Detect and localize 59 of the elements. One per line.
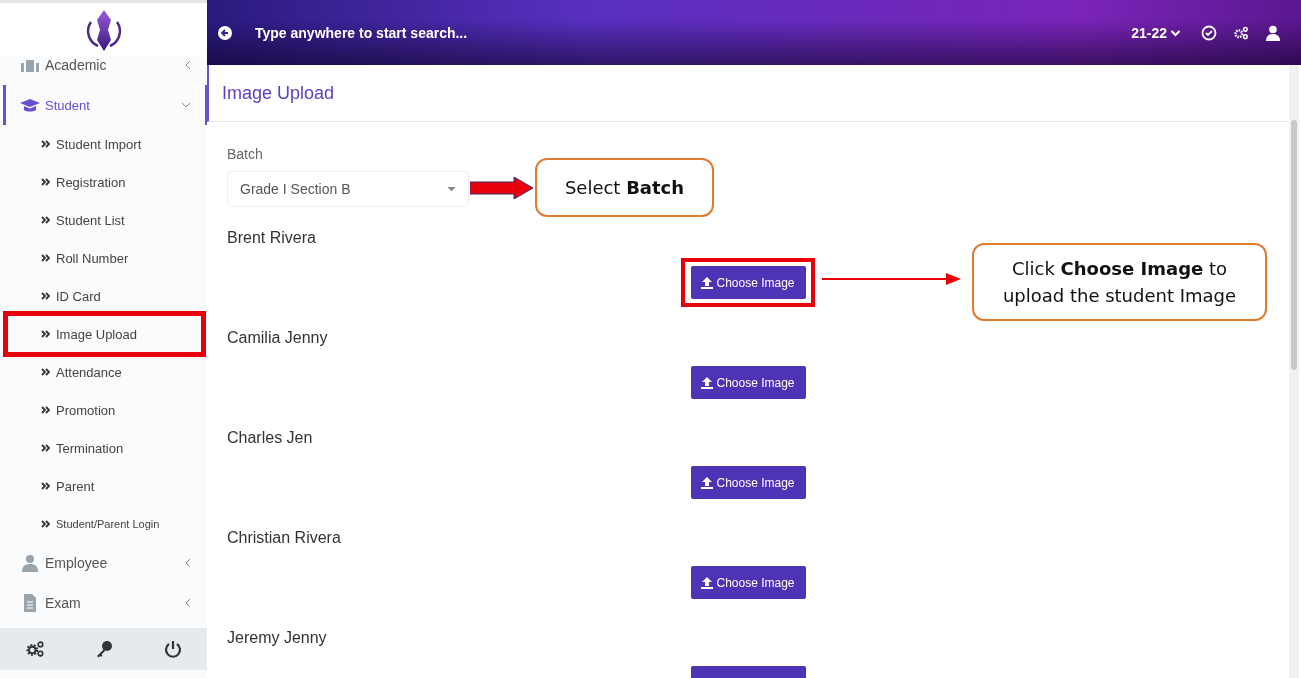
double-chevron-icon [41, 330, 51, 338]
double-chevron-icon [41, 520, 51, 528]
student-name: Christian Rivera [227, 529, 342, 547]
batch-select[interactable]: Grade I Section B [227, 171, 469, 207]
student-name: Charles Jen [227, 429, 314, 447]
person-icon [20, 554, 40, 572]
student-name: Camilia Jenny [227, 329, 329, 347]
menu-label: Academic [45, 57, 108, 73]
callout: Click Choose Image to upload the student Image [972, 243, 1267, 321]
double-chevron-icon [41, 140, 51, 148]
double-chevron-icon [41, 368, 51, 376]
submenu-item[interactable]: Student Import [0, 125, 207, 163]
settings-icon[interactable] [1233, 24, 1249, 41]
arrow [470, 176, 534, 200]
submenu-item[interactable]: Student/Parent Login [0, 505, 207, 543]
double-chevron-icon [41, 292, 51, 300]
double-chevron-icon [41, 406, 51, 414]
submenu-item[interactable]: Student List [0, 201, 207, 239]
graduation-cap-icon [20, 96, 40, 114]
menu-item[interactable]: Exam [0, 583, 207, 623]
submenu-item[interactable]: Parent [0, 467, 207, 505]
menu-label: Employee [45, 555, 109, 571]
menu-label: Student [45, 97, 91, 113]
double-chevron-icon [41, 444, 51, 452]
menu-item[interactable]: Student [3, 85, 207, 125]
upload-icon [701, 276, 714, 289]
check-circle-icon[interactable] [1201, 24, 1217, 41]
upload-icon [701, 576, 714, 589]
submenu-item[interactable]: Registration [0, 163, 207, 201]
upload-icon [701, 376, 714, 389]
settings-icon[interactable] [24, 640, 45, 658]
double-chevron-icon [41, 482, 51, 490]
choose-image-button[interactable]: Choose Image [690, 266, 806, 299]
student-name: Brent Rivera [227, 229, 317, 247]
chevron-down-icon [1170, 28, 1181, 37]
page-title: Image Upload [222, 82, 335, 104]
power-icon[interactable] [162, 640, 183, 658]
submenu-item[interactable]: Termination [0, 429, 207, 467]
double-chevron-icon [41, 254, 51, 262]
menu-item[interactable]: Employee [0, 543, 207, 583]
submenu-item[interactable]: Promotion [0, 391, 207, 429]
menu-label: Exam [45, 595, 82, 611]
menu-item[interactable]: Academic [0, 57, 207, 85]
upload-icon [701, 476, 714, 489]
session-dropdown[interactable]: 21-22 [1131, 24, 1181, 41]
choose-image-button[interactable]: Choose Image [690, 466, 806, 499]
choose-image-button[interactable]: Choose Image [690, 566, 806, 599]
caret-icon [447, 186, 456, 192]
student-name: Jeremy Jenny [227, 629, 328, 647]
search-field[interactable]: Type anywhere to start search... [253, 23, 1116, 42]
building-icon [20, 57, 40, 74]
scrollbar[interactable] [1289, 65, 1299, 678]
double-chevron-icon [41, 178, 51, 186]
submenu-item[interactable]: Roll Number [0, 239, 207, 277]
choose-image-button[interactable]: Choose Image [690, 366, 806, 399]
user-icon[interactable] [1265, 24, 1281, 41]
double-chevron-icon [41, 216, 51, 224]
callout: Select Batch [535, 158, 714, 217]
field-label: Batch [227, 146, 264, 162]
